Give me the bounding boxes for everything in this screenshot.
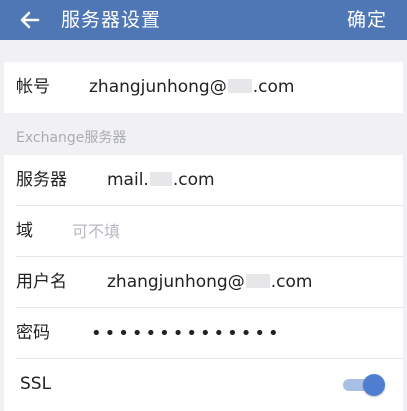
server-row[interactable]: 服务器 mail. .com: [4, 155, 403, 206]
server-value-prefix: mail.: [107, 170, 149, 190]
redacted-mask: [149, 172, 172, 186]
account-card: 帐号 zhangjunhong@ .com: [4, 62, 403, 113]
redacted-mask: [245, 274, 270, 288]
account-row[interactable]: 帐号 zhangjunhong@ .com: [4, 62, 403, 113]
server-label: 服务器: [16, 170, 67, 190]
account-label: 帐号: [16, 77, 50, 97]
ssl-label: SSL: [20, 374, 52, 394]
page-title: 服务器设置: [61, 9, 162, 31]
confirm-button[interactable]: 确定: [347, 0, 387, 40]
username-row[interactable]: 用户名 zhangjunhong@ .com: [4, 257, 403, 308]
section-label: Exchange服务器: [16, 130, 127, 146]
toggle-knob: [363, 374, 385, 396]
password-row[interactable]: 密码 ••••••••••••••: [4, 308, 403, 359]
username-value-suffix: .com: [270, 272, 313, 292]
server-input[interactable]: mail. .com: [107, 155, 215, 206]
account-value-suffix: .com: [252, 77, 295, 97]
username-value-prefix: zhangjunhong@: [107, 272, 245, 292]
domain-row[interactable]: 域 可不填: [4, 206, 403, 257]
password-label: 密码: [16, 323, 50, 343]
server-settings-screen: 服务器设置 确定 帐号 zhangjunhong@ .com Exchange服务…: [0, 0, 407, 411]
domain-input[interactable]: 可不填: [72, 206, 120, 257]
server-value-suffix: .com: [172, 170, 215, 190]
ssl-row[interactable]: SSL: [4, 359, 403, 410]
account-value-prefix: zhangjunhong@: [89, 77, 227, 97]
password-input[interactable]: ••••••••••••••: [91, 308, 282, 359]
server-settings-card: 服务器 mail. .com 域 可不填 用户名 zhangjunhong@ .co…: [4, 155, 403, 411]
back-button[interactable]: [16, 6, 44, 34]
username-input[interactable]: zhangjunhong@ .com: [107, 257, 312, 308]
domain-label: 域: [16, 221, 33, 241]
app-header: 服务器设置 确定: [0, 0, 407, 40]
ssl-toggle[interactable]: [343, 374, 385, 396]
arrow-left-icon: [20, 11, 40, 29]
username-label: 用户名: [16, 272, 67, 292]
redacted-mask: [227, 79, 252, 93]
account-value: zhangjunhong@ .com: [89, 62, 294, 113]
